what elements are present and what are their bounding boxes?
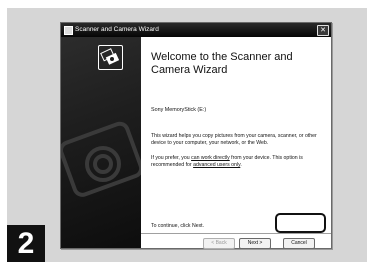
option-prefix: If you prefer, you	[151, 155, 192, 161]
wizard-side-panel	[61, 37, 141, 248]
close-icon: ✕	[320, 27, 326, 34]
back-button[interactable]: < Back	[203, 238, 235, 249]
close-button[interactable]: ✕	[317, 25, 329, 36]
wizard-description: This wizard helps you copy pictures from…	[151, 133, 317, 146]
button-divider	[141, 233, 331, 235]
wizard-option-text: If you prefer, you can work directly fro…	[151, 155, 326, 169]
next-button-highlight	[275, 213, 326, 233]
camera-watermark-icon	[61, 121, 141, 197]
continue-instruction: To continue, click Next.	[151, 223, 205, 229]
step-number-badge: 2	[7, 225, 45, 262]
wizard-heading: Welcome to the Scanner and Camera Wizard	[151, 51, 293, 76]
camera-photos-icon	[98, 45, 123, 70]
title-bar: Scanner and Camera Wizard ✕	[61, 23, 331, 37]
window-title: Scanner and Camera Wizard	[75, 26, 159, 33]
scanner-camera-icon	[64, 26, 73, 35]
option-suffix: .	[240, 162, 242, 168]
next-button[interactable]: Next >	[239, 238, 271, 249]
device-name: Sony MemoryStick (E:)	[151, 107, 207, 113]
advanced-users-link[interactable]: advanced users only	[193, 162, 240, 168]
work-directly-link[interactable]: can work directly	[191, 155, 230, 161]
cancel-button[interactable]: Cancel	[283, 238, 315, 249]
